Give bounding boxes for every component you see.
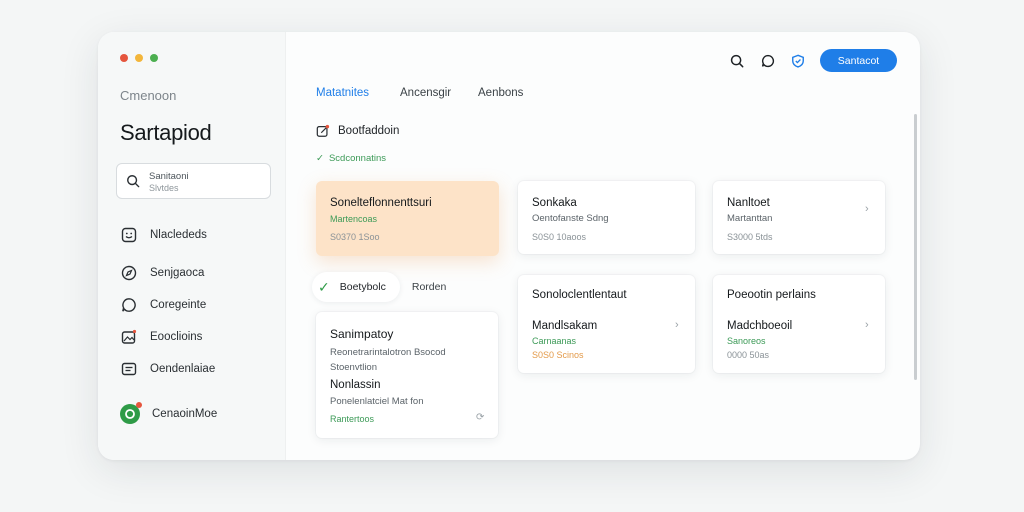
- card-subtitle: Madchboeoil: [727, 320, 793, 332]
- card-title: Sonkaka: [532, 197, 577, 209]
- detail-card[interactable]: Sanimpatoy Reonetrarintalotron Bsocod St…: [316, 312, 498, 438]
- tab-1[interactable]: Ancensgir: [400, 87, 451, 99]
- card-line: Martanttan: [727, 213, 773, 224]
- filter-option[interactable]: Rorden: [412, 281, 446, 293]
- filter-pill-selected[interactable]: ✓ Boetybolc: [312, 272, 400, 302]
- window-close-button[interactable]: [120, 54, 128, 62]
- card-line: Carnaanas: [532, 336, 577, 346]
- check-icon: ✓: [316, 153, 324, 164]
- detail-line: Reonetrarintalotron Bsocod: [330, 347, 446, 358]
- card-subtitle: Mandlsakam: [532, 320, 598, 332]
- gallery-icon: [120, 328, 138, 346]
- card-meta: S0S0 Scinos: [532, 350, 584, 360]
- card-3[interactable]: Sonoloclentlentaut Mandlsakam Carnaanas …: [518, 275, 695, 373]
- sidebar-item-label: Senjgaoca: [150, 267, 205, 279]
- sidebar-item-label: Nlaclededs: [150, 229, 207, 241]
- window-minimize-button[interactable]: [135, 54, 143, 62]
- compass-icon: [120, 264, 138, 282]
- window-maximize-button[interactable]: [150, 54, 158, 62]
- filter-pill-label: Boetybolc: [339, 281, 386, 293]
- scrollbar[interactable]: [914, 114, 917, 380]
- card-meta: S3000 5tds: [727, 232, 773, 242]
- sidebar-subtitle: Cmenoon: [120, 88, 177, 103]
- profile-label: CenaoinMoe: [152, 408, 218, 420]
- section-subtitle: ✓ Scdconnatins: [316, 153, 386, 164]
- chevron-right-icon[interactable]: ›: [865, 319, 869, 331]
- card-meta: S0S0 10aoos: [532, 232, 587, 242]
- tab-0[interactable]: Matatnites: [316, 87, 369, 99]
- chat-icon[interactable]: [759, 52, 777, 70]
- sidebar-item-label: Oendenlaiae: [150, 363, 216, 375]
- search-label: Sanitaoni: [149, 171, 189, 182]
- sidebar-item-0[interactable]: Nlaclededs: [120, 225, 207, 245]
- card-2[interactable]: Nanltoet Martanttan S3000 5tds ›: [713, 181, 885, 254]
- section-subtitle-text: Scdconnatins: [328, 153, 387, 164]
- sidebar-search[interactable]: Sanitaoni Slvtdes: [116, 163, 271, 199]
- app-window: Cmenoon Sartapiod Sanitaoni Slvtdes Nlac…: [98, 32, 920, 460]
- chevron-right-icon[interactable]: ›: [865, 203, 869, 215]
- tab-2[interactable]: Aenbons: [478, 87, 523, 99]
- shield-icon[interactable]: [789, 52, 807, 70]
- card-line: Oentofanste Sdng: [532, 213, 609, 224]
- card-title: Poeootin perlains: [727, 289, 816, 301]
- sidebar: Cmenoon Sartapiod Sanitaoni Slvtdes Nlac…: [98, 32, 286, 460]
- sidebar-item-label: Coregeinte: [150, 299, 207, 311]
- check-icon: ✓: [318, 278, 330, 295]
- profile-item[interactable]: CenaoinMoe: [120, 402, 218, 424]
- section-title: Bootfaddoin: [338, 125, 400, 137]
- card-meta: S0370 1Soo: [330, 232, 380, 242]
- card-title: Sonoloclentlentaut: [532, 289, 627, 301]
- search-icon: [127, 175, 140, 188]
- card-meta: 0000 50as: [727, 350, 770, 360]
- sidebar-item-1[interactable]: Senjgaoca: [120, 263, 204, 283]
- window-controls: [120, 54, 158, 62]
- sidebar-item-3[interactable]: Eooclioins: [120, 327, 202, 347]
- card-line: Martencoas: [330, 214, 378, 224]
- edit-icon: [316, 124, 330, 137]
- card-4[interactable]: Poeootin perlains Madchboeoil Sanoreos 0…: [713, 275, 885, 373]
- primary-action-button[interactable]: Santacot: [820, 49, 897, 72]
- card-title: Nanltoet: [727, 197, 770, 209]
- sidebar-item-4[interactable]: Oendenlaiae: [120, 359, 215, 379]
- filter-row: ✓ Boetybolc Rorden: [312, 272, 446, 302]
- card-0[interactable]: Sonelteflonnenttsuri Martencoas S0370 1S…: [316, 181, 499, 256]
- search-icon[interactable]: [728, 52, 746, 70]
- detail-footer: Rantertoos: [330, 414, 375, 424]
- chevron-right-icon[interactable]: ›: [675, 319, 679, 331]
- detail-line: Stoenvtlion: [330, 362, 378, 373]
- profile-icon: [120, 402, 142, 424]
- smile-icon: [120, 226, 138, 244]
- card-line: Sanoreos: [727, 336, 766, 346]
- sidebar-item-label: Eooclioins: [150, 331, 203, 343]
- search-hint: Slvtdes: [149, 183, 179, 193]
- notification-badge: [136, 402, 142, 408]
- card-title: Sonelteflonnenttsuri: [330, 197, 432, 209]
- detail-subtitle: Nonlassin: [330, 379, 381, 391]
- sidebar-item-2[interactable]: Coregeinte: [120, 295, 206, 315]
- section-header: Bootfaddoin: [316, 124, 399, 138]
- inbox-icon: [120, 360, 138, 378]
- sidebar-title: Sartapiod: [120, 120, 212, 145]
- card-1[interactable]: Sonkaka Oentofanste Sdng S0S0 10aoos: [518, 181, 695, 254]
- detail-title: Sanimpatoy: [330, 327, 394, 341]
- detail-line: Ponelenlatciel Mat fon: [330, 396, 424, 407]
- chat-icon: [120, 296, 138, 314]
- link-icon[interactable]: ⟳: [476, 412, 484, 423]
